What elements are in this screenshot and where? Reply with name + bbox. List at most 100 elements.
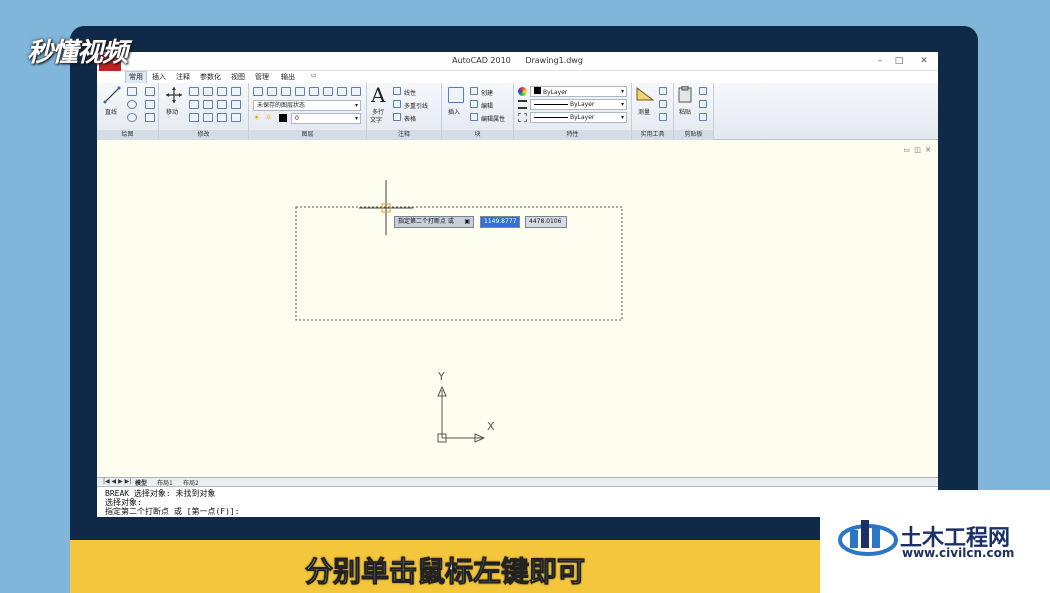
color-dropdown[interactable]: ByLayer [530, 86, 627, 97]
fillet-icon[interactable] [203, 100, 213, 109]
insert-label[interactable]: 插入 [448, 107, 460, 116]
line-icon[interactable] [103, 86, 121, 104]
ucs-icon [437, 385, 486, 443]
mtext-label-2: 文字 [370, 117, 383, 124]
point-id-icon[interactable] [659, 100, 667, 108]
copy-clip-icon[interactable] [699, 100, 707, 108]
layer-isolate-icon[interactable] [281, 87, 291, 96]
paste-label[interactable]: 粘贴 [679, 107, 691, 116]
multiline-text-icon[interactable]: A [371, 83, 385, 107]
dynamic-input-y-field[interactable]: 4478.0106 [525, 216, 567, 228]
rectangle-icon[interactable] [145, 100, 155, 109]
offset-icon[interactable] [217, 113, 227, 122]
multileader-label[interactable]: 多重引线 [404, 101, 428, 110]
edit-block-icon[interactable] [470, 100, 478, 108]
table-icon[interactable] [393, 113, 401, 121]
dynamic-input-x-field[interactable]: 1149.8777 [480, 216, 520, 228]
layer-lock-icon[interactable] [323, 87, 333, 96]
panel-utilities: 测量 实用工具 [632, 83, 674, 140]
rotate-icon[interactable] [189, 87, 199, 96]
lineweight-icon[interactable] [518, 113, 527, 122]
panel-block-title[interactable]: 块 [442, 130, 513, 140]
arc-icon[interactable] [145, 87, 155, 96]
linear-label[interactable]: 线性 [404, 88, 416, 97]
create-label[interactable]: 创建 [481, 88, 493, 97]
layer-off-icon[interactable] [295, 87, 305, 96]
linetype-icon[interactable] [518, 100, 527, 109]
insert-block-icon[interactable] [448, 87, 464, 103]
tab-manage[interactable]: 管理 [255, 72, 269, 82]
measure-label[interactable]: 测量 [638, 107, 650, 116]
panel-clipboard-title[interactable]: 剪贴板 [674, 130, 713, 140]
lightbulb-icon[interactable]: ☀ [253, 113, 260, 122]
tab-view[interactable]: 视图 [231, 72, 245, 82]
tab-parametric[interactable]: 参数化 [200, 72, 221, 82]
panel-modify-title[interactable]: 修改 [159, 130, 248, 140]
panel-annotation-title[interactable]: 注释 [367, 130, 441, 140]
layer-color-swatch[interactable] [279, 114, 287, 122]
lineweight-dropdown[interactable]: ByLayer [530, 112, 627, 123]
layer-state-dropdown[interactable]: 未保存的图层状态 [253, 100, 361, 111]
multileader-icon[interactable] [393, 100, 401, 108]
paste-icon[interactable] [678, 86, 694, 103]
app-name: AutoCAD 2010 [452, 56, 511, 65]
trim-icon[interactable] [203, 87, 213, 96]
table-label[interactable]: 表格 [404, 114, 416, 123]
ellipse-icon[interactable] [127, 113, 137, 122]
panel-draw-title[interactable]: 绘图 [97, 130, 158, 140]
video-watermark: 秒懂视频 [27, 38, 128, 68]
cut-icon[interactable] [699, 87, 707, 95]
circle-icon[interactable] [127, 100, 137, 109]
close-icon[interactable]: ✕ [917, 55, 931, 67]
line-label: 直线 [105, 109, 118, 116]
minimize-icon[interactable]: – [873, 55, 887, 67]
stretch-icon[interactable] [231, 100, 241, 109]
array-icon[interactable] [203, 113, 213, 122]
scale-icon[interactable] [189, 113, 199, 122]
move-icon[interactable] [165, 86, 183, 104]
edit-attributes-icon[interactable] [470, 113, 478, 121]
color-wheel-icon[interactable] [518, 87, 527, 96]
panel-layers-title[interactable]: 图层 [249, 130, 366, 140]
layer-properties-icon[interactable] [253, 87, 263, 96]
tab-home[interactable]: 常用 [125, 71, 147, 83]
tab-insert[interactable]: 插入 [152, 72, 166, 82]
quick-select-icon[interactable] [659, 87, 667, 95]
linetype-dropdown[interactable]: ByLayer [530, 99, 627, 110]
command-line[interactable]: BREAK 选择对象: 未找到对象 选择对象: 指定第二个打断点 或 [第一点(… [97, 486, 938, 517]
panel-utilities-title[interactable]: 实用工具 [632, 130, 673, 140]
measure-icon[interactable] [636, 86, 654, 102]
maximize-icon[interactable]: □ [892, 55, 906, 67]
edit-attributes-label[interactable]: 编辑属性 [481, 114, 505, 123]
layer-state-icon[interactable] [267, 87, 277, 96]
tab-output[interactable]: 输出 [281, 72, 295, 82]
dynamic-options-icon[interactable]: ▣ [464, 217, 470, 227]
drawing-canvas[interactable] [97, 140, 938, 477]
chamfer-icon[interactable] [231, 113, 241, 122]
layer-match-icon[interactable] [337, 87, 347, 96]
ucs-x-label: X [487, 420, 495, 433]
linear-dim-icon[interactable] [393, 87, 401, 95]
panel-clipboard: 粘贴 剪贴板 [674, 83, 714, 140]
copy-icon[interactable] [231, 87, 241, 96]
tab-annotate[interactable]: 注释 [176, 72, 190, 82]
ribbon: 直线 绘图 移动 修改 未保存的图层状态 ▾ ☀ ☼ 0 ▾ 图层 A 多行 文… [97, 83, 938, 140]
color-value: ByLayer [543, 89, 568, 96]
minimize-ribbon-icon[interactable]: ▭ [311, 72, 317, 79]
match-properties-icon[interactable] [699, 113, 707, 121]
current-layer-dropdown[interactable]: 0 [291, 113, 361, 124]
layer-freeze-icon[interactable] [309, 87, 319, 96]
polyline-icon[interactable] [127, 87, 137, 96]
panel-properties-title[interactable]: 特性 [514, 130, 631, 140]
tab-nav-arrows-icon[interactable]: |◀ ◀ ▶ ▶| [103, 478, 131, 485]
hatch-icon[interactable] [145, 113, 155, 122]
calculator-icon[interactable] [659, 113, 667, 121]
mirror-icon[interactable] [189, 100, 199, 109]
layer-previous-icon[interactable] [351, 87, 361, 96]
create-block-icon[interactable] [470, 87, 478, 95]
command-prompt-line[interactable]: 指定第二个打断点 或 [第一点(F)]: [105, 507, 930, 516]
edit-label[interactable]: 编辑 [481, 101, 493, 110]
erase-icon[interactable] [217, 87, 227, 96]
sun-icon[interactable]: ☼ [265, 113, 272, 122]
explode-icon[interactable] [217, 100, 227, 109]
